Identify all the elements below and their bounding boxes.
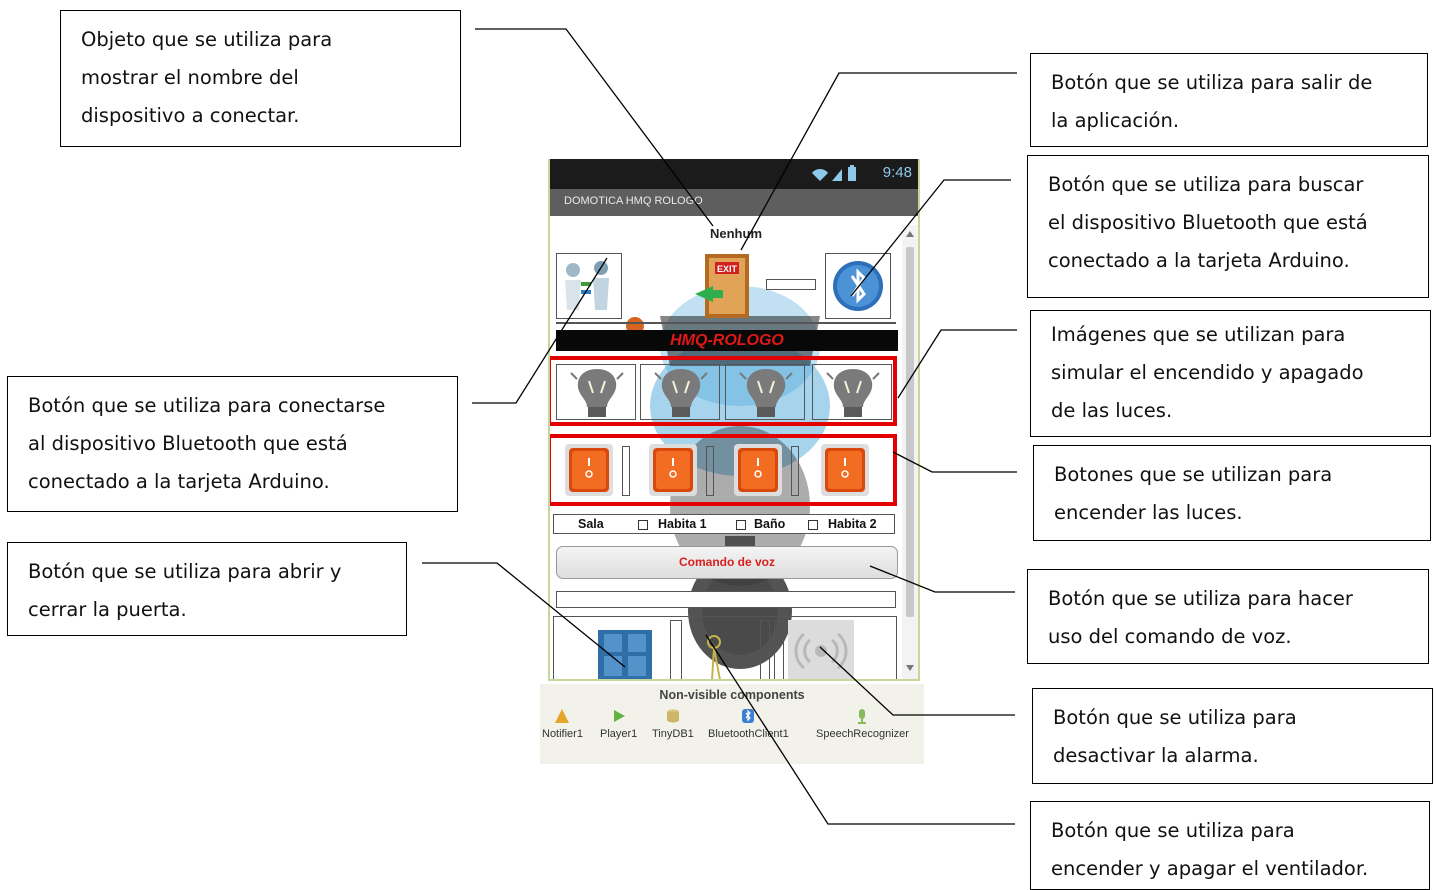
light-bulb-image <box>556 364 636 420</box>
exit-button[interactable]: EXIT <box>693 252 755 320</box>
scroll-down-icon[interactable] <box>906 665 914 671</box>
status-bar: 9:48 <box>550 159 918 189</box>
room-label-bano: Baño <box>754 517 786 531</box>
device-name-label: Nenhum <box>710 226 762 241</box>
light-bulb-image <box>640 364 720 420</box>
light-bulb-icon <box>570 369 624 417</box>
room-label-sala: Sala <box>578 517 604 531</box>
connect-people-icon <box>565 261 609 310</box>
light-bulb-image <box>725 364 805 420</box>
callout-door-button: Botón que se utiliza para abrir y cerrar… <box>7 542 407 636</box>
top-row-line <box>556 322 896 324</box>
database-icon <box>666 709 679 723</box>
room-checkbox-2[interactable] <box>736 520 746 530</box>
power-switch-icon <box>734 444 782 496</box>
warning-icon <box>555 709 570 723</box>
spacer-box-2 <box>670 620 682 679</box>
callout-search-bluetooth: Botón que se utiliza para buscar el disp… <box>1027 155 1429 298</box>
spacer-box <box>766 279 816 290</box>
rooms-row: Sala Habita 1 Baño Habita 2 <box>553 514 895 534</box>
room-checkbox-3[interactable] <box>808 520 818 530</box>
fan-button[interactable] <box>690 620 752 679</box>
light-switch-button[interactable] <box>733 442 783 498</box>
voice-command-button[interactable]: Comando de voz <box>556 546 898 579</box>
room-label-habita-1: Habita 1 <box>658 517 707 531</box>
switch-spacer <box>622 446 630 496</box>
exit-sign-label: EXIT <box>717 264 738 274</box>
callout-alarm-button: Botón que se utiliza para desactivar la … <box>1032 688 1433 784</box>
status-time: 9:48 <box>882 164 912 181</box>
room-checkbox-1[interactable] <box>638 520 648 530</box>
scrollbar[interactable] <box>902 225 918 679</box>
spacer-box-3 <box>760 620 770 679</box>
door-button[interactable] <box>596 628 654 679</box>
alarm-icon <box>794 632 848 670</box>
component-player[interactable]: Player1 <box>600 708 637 740</box>
light-bulb-image <box>812 364 892 420</box>
door-icon <box>598 630 652 679</box>
component-notifier[interactable]: Notifier1 <box>542 708 583 740</box>
non-visible-title: Non-visible components <box>659 688 805 702</box>
bluetooth-icon <box>833 261 883 311</box>
callout-light-images: Imágenes que se utilizan para simular el… <box>1030 310 1431 437</box>
light-bulb-icon <box>739 369 793 417</box>
scrollbar-thumb[interactable] <box>906 247 914 617</box>
app-title: DOMOTICA HMQ ROLOGO <box>564 195 703 207</box>
play-icon <box>613 710 625 722</box>
app-screen: Nenhum EXIT HMQ-ROLOGO Sala Habita 1 Bañ… <box>550 216 918 679</box>
power-switch-icon <box>649 444 697 496</box>
search-bluetooth-button[interactable] <box>825 253 891 319</box>
brand-banner: HMQ-ROLOGO <box>556 330 898 351</box>
switch-spacer <box>791 446 799 496</box>
room-label-habita-2: Habita 2 <box>828 517 877 531</box>
light-switch-button[interactable] <box>820 442 870 498</box>
light-bulb-icon <box>826 369 880 417</box>
non-visible-components-panel: Non-visible components Notifier1 Player1… <box>540 684 924 764</box>
spacer-box-4 <box>774 620 784 679</box>
signal-battery-icon <box>810 165 860 187</box>
light-switch-button[interactable] <box>564 442 614 498</box>
callout-connect-bluetooth: Botón que se utiliza para conectarse al … <box>7 376 458 512</box>
phone-screen: 9:48 DOMOTICA HMQ ROLOGO Nenhum EXIT HMQ… <box>548 159 920 681</box>
voice-result-box <box>556 591 896 608</box>
connect-bluetooth-button[interactable] <box>556 253 622 319</box>
component-speech-recognizer[interactable]: SpeechRecognizer <box>816 708 909 740</box>
brand-label: HMQ-ROLOGO <box>670 332 784 349</box>
component-tinydb[interactable]: TinyDB1 <box>652 708 694 740</box>
component-bluetooth-client[interactable]: BluetoothClient1 <box>708 708 789 740</box>
scroll-up-icon[interactable] <box>906 231 914 237</box>
fan-icon <box>707 635 721 679</box>
light-switch-button[interactable] <box>648 442 698 498</box>
callout-light-switches: Botones que se utilizan para encender la… <box>1033 445 1431 541</box>
alarm-button[interactable] <box>788 620 854 679</box>
callout-device-name: Objeto que se utiliza para mostrar el no… <box>60 10 461 147</box>
bluetooth-small-icon <box>742 709 755 723</box>
callout-exit-button: Botón que se utiliza para salir de la ap… <box>1030 53 1428 147</box>
callout-fan-button: Botón que se utiliza para encender y apa… <box>1030 801 1430 890</box>
switch-spacer <box>706 446 714 496</box>
light-bulb-icon <box>654 369 708 417</box>
power-switch-icon <box>565 444 613 496</box>
power-switch-icon <box>821 444 869 496</box>
app-title-bar: DOMOTICA HMQ ROLOGO <box>550 189 918 216</box>
callout-voice-button: Botón que se utiliza para hacer uso del … <box>1027 569 1429 664</box>
microphone-icon <box>858 709 867 724</box>
